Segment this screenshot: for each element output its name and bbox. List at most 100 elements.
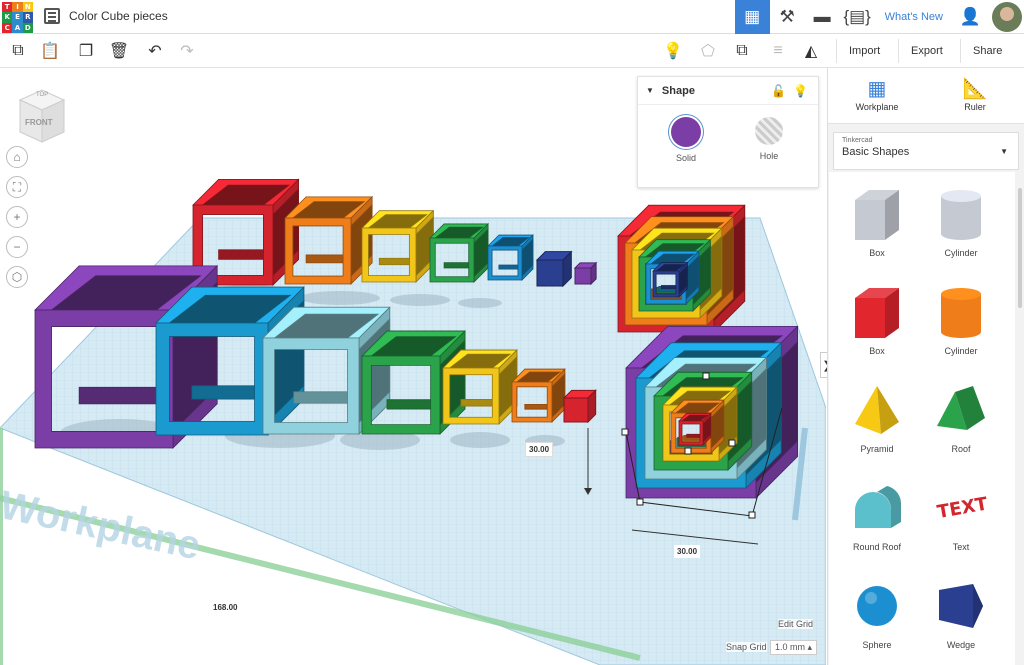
ungroup-icon[interactable]: ⧉ bbox=[731, 40, 753, 62]
logo-tile: C bbox=[2, 22, 13, 33]
cube-red-small[interactable] bbox=[562, 389, 597, 424]
ruler-icon: 📐 bbox=[962, 78, 988, 100]
solid-swatch[interactable] bbox=[671, 117, 701, 147]
edit-grid-button[interactable]: Edit Grid bbox=[778, 619, 814, 629]
hole-option[interactable]: Hole bbox=[739, 117, 799, 161]
plus-icon: + bbox=[13, 210, 21, 224]
minecraft-view-button[interactable]: ⚒ bbox=[770, 0, 805, 34]
library-source: Tinkercad bbox=[842, 137, 873, 144]
export-button[interactable]: Export bbox=[898, 39, 955, 63]
3d-design-view-button[interactable]: ▦ bbox=[734, 0, 770, 34]
logo-tile: K bbox=[2, 12, 13, 23]
shape-label: Text bbox=[952, 542, 970, 552]
cylinder-icon bbox=[933, 284, 989, 340]
align-icon[interactable]: ≡ bbox=[767, 40, 789, 62]
view-cube-top-label: TOP bbox=[36, 92, 49, 98]
import-button[interactable]: Import bbox=[836, 39, 892, 63]
brick-icon: ▬ bbox=[813, 7, 831, 26]
design-title[interactable]: Color Cube pieces bbox=[69, 9, 168, 23]
solid-option[interactable]: Solid bbox=[656, 117, 716, 163]
height-dimension[interactable]: 30.00 bbox=[525, 442, 554, 457]
bulb-icon[interactable]: 💡 bbox=[793, 84, 808, 98]
shape-box[interactable]: Box bbox=[837, 284, 917, 356]
logo-tile: R bbox=[22, 12, 33, 23]
bulb-icon[interactable]: 💡 bbox=[662, 40, 684, 62]
add-user-icon: 👤 bbox=[959, 7, 982, 26]
shapes-grid: Box Cylinder Box Cylinder Pyramid Roof Round R… bbox=[829, 172, 1015, 665]
share-button[interactable]: Share bbox=[960, 39, 1014, 63]
wedge-icon bbox=[933, 578, 989, 634]
minus-icon: − bbox=[13, 240, 21, 254]
box-icon bbox=[849, 284, 905, 340]
copy-icon[interactable]: ⧉ bbox=[7, 40, 29, 62]
duplicate-icon[interactable]: ❐ bbox=[75, 40, 97, 62]
mirror-icon[interactable]: ◭ bbox=[800, 40, 822, 62]
shape-round-roof[interactable]: Round Roof bbox=[837, 480, 917, 552]
hole-swatch[interactable] bbox=[755, 117, 783, 145]
shape-pyramid[interactable]: Pyramid bbox=[837, 382, 917, 454]
workplane-tool[interactable]: ▦ Workplane bbox=[828, 68, 926, 123]
logo-tile: T bbox=[2, 2, 13, 13]
bricks-view-button[interactable]: ▬ bbox=[805, 0, 840, 34]
collapse-caret-icon[interactable]: ▼ bbox=[646, 86, 654, 95]
snap-grid-select[interactable]: 1.0 mm ▴ bbox=[770, 640, 818, 655]
shape-label: Box bbox=[869, 248, 885, 258]
cube-icon: ⬡ bbox=[11, 270, 23, 284]
shape-box[interactable]: Box bbox=[837, 186, 917, 258]
undo-icon[interactable]: ↶ bbox=[144, 40, 166, 62]
ruler-tool[interactable]: 📐 Ruler bbox=[926, 68, 1024, 123]
perspective-button[interactable]: ⬡ bbox=[6, 266, 28, 288]
add-user-button[interactable]: 👤 bbox=[953, 0, 988, 34]
paste-icon[interactable]: 📋 bbox=[39, 40, 61, 62]
dropdown-icon: ▼ bbox=[1000, 147, 1008, 156]
workplane-tool-label: Workplane bbox=[855, 102, 899, 112]
view-cube-front-label: FRONT bbox=[25, 118, 53, 127]
shape-library-select[interactable]: Tinkercad Basic Shapes ▼ bbox=[833, 132, 1019, 170]
fit-view-button[interactable]: ⛶ bbox=[6, 176, 28, 198]
svg-text:TEXT: TEXT bbox=[936, 493, 989, 523]
shape-wedge[interactable]: Wedge bbox=[921, 578, 1001, 650]
shape-label: Round Roof bbox=[852, 542, 902, 552]
3d-viewport[interactable]: TOP FRONT ⌂ ⛶ + − ⬡ Workplane 30.00 30.0… bbox=[0, 68, 826, 665]
home-view-button[interactable]: ⌂ bbox=[6, 146, 28, 168]
cube-navy[interactable] bbox=[535, 250, 573, 288]
group-icon[interactable]: ⬠ bbox=[697, 40, 719, 62]
logo-tile: N bbox=[22, 2, 33, 13]
top-bar: TINKERCAD Color Cube pieces ▦ ⚒ ▬ {▤} Wh… bbox=[0, 0, 1024, 34]
shape-cylinder[interactable]: Cylinder bbox=[921, 186, 1001, 258]
codeblocks-icon: {▤} bbox=[843, 7, 871, 26]
whats-new-link[interactable]: What's New bbox=[875, 11, 953, 23]
lock-icon[interactable]: 🔓 bbox=[771, 84, 786, 98]
pyramid-icon bbox=[849, 382, 905, 438]
shape-label: Box bbox=[869, 346, 885, 356]
hole-label: Hole bbox=[759, 151, 779, 161]
shape-label: Wedge bbox=[946, 640, 976, 650]
snap-grid-label: Snap Grid bbox=[726, 642, 767, 652]
shape-label: Roof bbox=[951, 444, 971, 454]
logo-tile: A bbox=[12, 22, 23, 33]
logo-tile: D bbox=[22, 22, 33, 33]
zoom-in-button[interactable]: + bbox=[6, 206, 28, 228]
design-list-icon[interactable] bbox=[44, 8, 60, 24]
panel-scrollbar[interactable] bbox=[1016, 172, 1024, 665]
edit-toolbar: ⧉ 📋 ❐ 🗑 ↶ ↷ 💡 ⬠ ⧉ ≡ ◭ Import Export Shar… bbox=[0, 34, 1024, 68]
shape-label: Pyramid bbox=[860, 444, 894, 454]
tinkercad-logo[interactable]: TINKERCAD bbox=[2, 2, 33, 33]
shape-label: Cylinder bbox=[944, 248, 978, 258]
workplane-icon: ▦ bbox=[867, 78, 887, 100]
cylinder-icon bbox=[933, 186, 989, 242]
redo-icon[interactable]: ↷ bbox=[176, 40, 198, 62]
shape-label: Cylinder bbox=[944, 346, 978, 356]
shape-sphere[interactable]: Sphere bbox=[837, 578, 917, 650]
shape-roof[interactable]: Roof bbox=[921, 382, 1001, 454]
width-dimension[interactable]: 30.00 bbox=[674, 545, 701, 558]
cube-purple-small[interactable] bbox=[573, 261, 598, 286]
avatar[interactable] bbox=[992, 2, 1022, 32]
codeblocks-button[interactable]: {▤} bbox=[840, 0, 875, 34]
shape-text[interactable]: TEXT Text bbox=[921, 480, 1001, 552]
delete-icon[interactable]: 🗑 bbox=[108, 40, 130, 62]
shape-cylinder[interactable]: Cylinder bbox=[921, 284, 1001, 356]
solid-label: Solid bbox=[675, 153, 696, 163]
inspector-title: Shape bbox=[661, 84, 695, 97]
zoom-out-button[interactable]: − bbox=[6, 236, 28, 258]
